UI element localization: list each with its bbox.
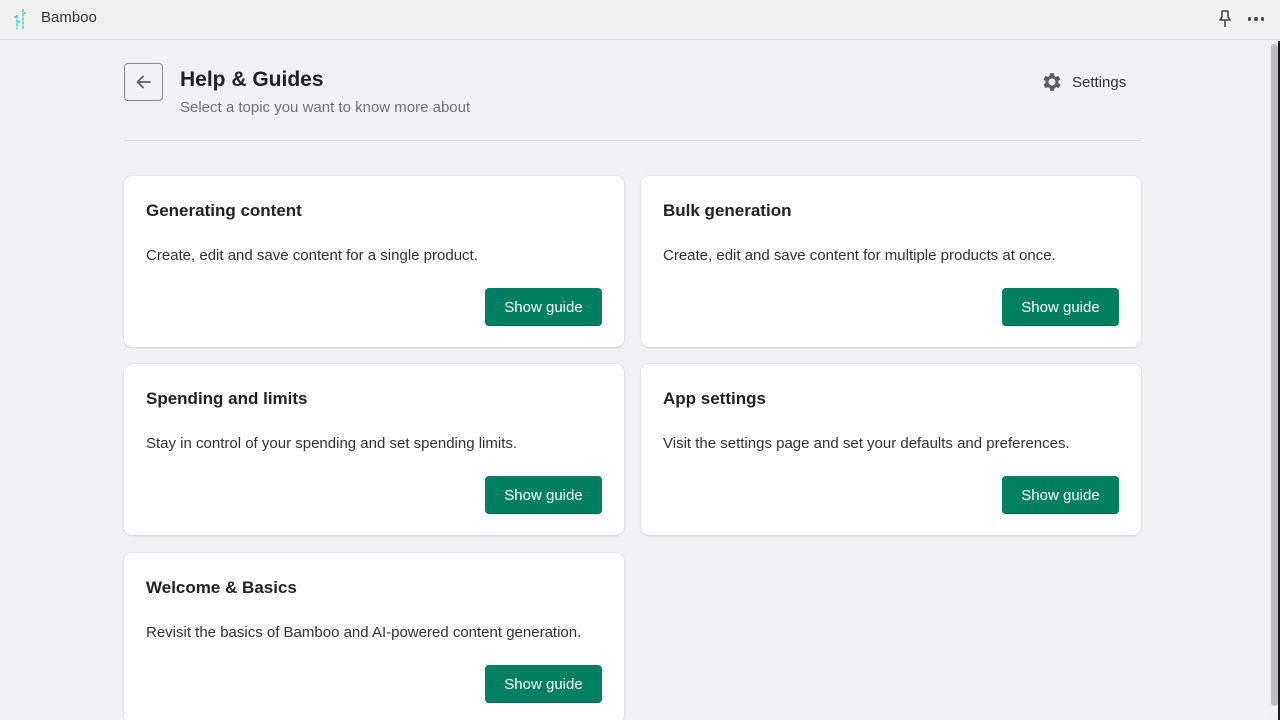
show-guide-button[interactable]: Show guide xyxy=(1002,288,1119,326)
pin-icon xyxy=(1219,10,1231,27)
guide-card-description: Revisit the basics of Bamboo and AI-powe… xyxy=(146,624,582,641)
more-horizontal-icon-dot xyxy=(1247,17,1252,21)
guide-card-description: Visit the settings page and set your def… xyxy=(663,435,1070,452)
header-divider xyxy=(124,140,1141,141)
page-subtitle: Select a topic you want to know more abo… xyxy=(180,99,471,116)
guide-card-title: Spending and limits xyxy=(146,389,308,408)
app-title-bar: Bamboo xyxy=(0,0,1280,40)
page-title: Help & Guides xyxy=(180,68,324,91)
guide-card-title: App settings xyxy=(663,389,766,408)
settings-button[interactable]: Settings xyxy=(1040,70,1126,94)
guide-card-description: Create, edit and save content for a sing… xyxy=(146,247,478,264)
guide-card-bulk-generation: Bulk generation Create, edit and save co… xyxy=(641,176,1141,347)
show-guide-button[interactable]: Show guide xyxy=(485,288,602,326)
app-name: Bamboo xyxy=(41,9,97,26)
guide-card-description: Stay in control of your spending and set… xyxy=(146,435,518,452)
show-guide-button[interactable]: Show guide xyxy=(485,476,602,514)
guide-card-description: Create, edit and save content for multip… xyxy=(663,247,1056,264)
guide-card-title: Bulk generation xyxy=(663,201,792,220)
show-guide-button[interactable]: Show guide xyxy=(485,665,602,703)
pin-button[interactable] xyxy=(1216,9,1234,29)
arrow-left-icon xyxy=(136,75,151,89)
guide-card-generating-content: Generating content Create, edit and save… xyxy=(124,176,624,347)
show-guide-button[interactable]: Show guide xyxy=(1002,476,1119,514)
more-options-button[interactable] xyxy=(1245,9,1267,29)
bamboo-logo-icon xyxy=(14,9,26,29)
scrollbar-thumb[interactable] xyxy=(1271,44,1278,706)
gear-icon xyxy=(1043,73,1061,91)
back-button[interactable] xyxy=(124,63,163,101)
guide-card-title: Welcome & Basics xyxy=(146,578,297,597)
more-horizontal-icon-dot xyxy=(1260,17,1265,21)
guide-card-title: Generating content xyxy=(146,201,302,220)
guide-card-welcome-basics: Welcome & Basics Revisit the basics of B… xyxy=(124,553,624,720)
settings-label: Settings xyxy=(1072,73,1127,91)
guide-card-app-settings: App settings Visit the settings page and… xyxy=(641,364,1141,535)
more-horizontal-icon-dot xyxy=(1254,17,1258,21)
guide-card-spending-and-limits: Spending and limits Stay in control of y… xyxy=(124,364,624,535)
